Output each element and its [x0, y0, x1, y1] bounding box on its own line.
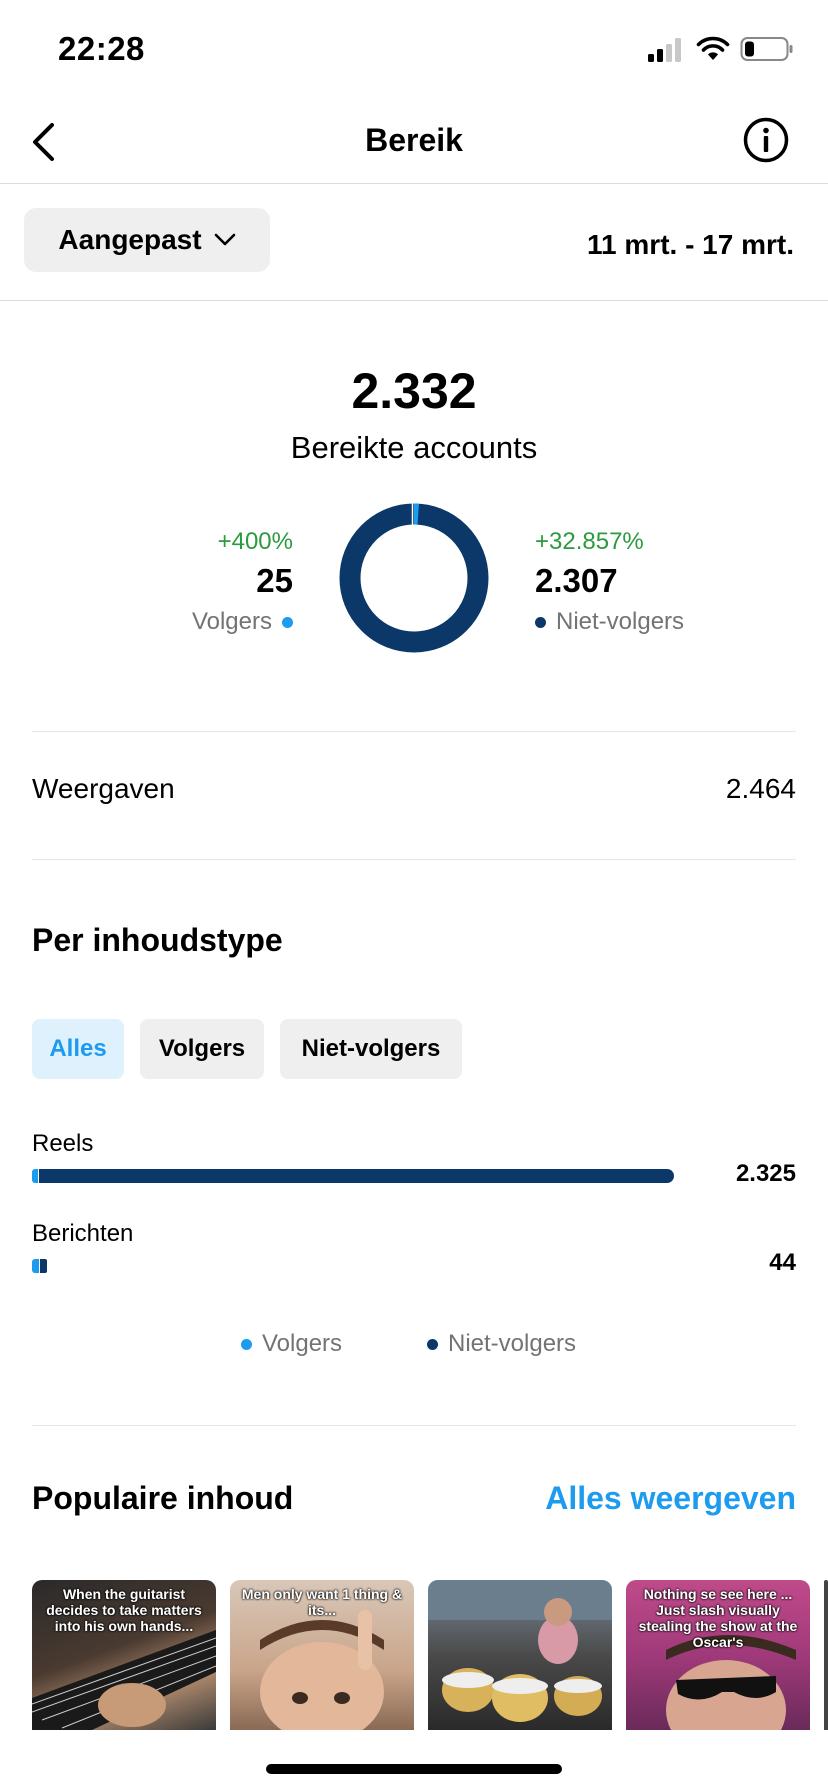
reach-donut-chart	[339, 503, 489, 653]
reels-bar	[32, 1169, 674, 1183]
popular-thumbnail[interactable]: Men only want 1 thing & its...	[230, 1580, 414, 1730]
popular-content-title: Populaire inhoud	[32, 1480, 294, 1516]
chevron-down-icon	[214, 233, 235, 246]
followers-value: 25	[256, 562, 293, 599]
nav-header: Bereik	[0, 100, 828, 184]
views-value: 2.464	[725, 773, 796, 804]
followers-legend: Volgers	[192, 608, 293, 636]
thumbnail-caption: Men only want 1 thing & its...	[241, 1586, 403, 1618]
reels-value: 2.325	[735, 1160, 796, 1187]
thumbnail-caption: When the guitarist decides to take matte…	[46, 1586, 202, 1634]
accounts-reached-label: Bereikte accounts	[290, 430, 538, 465]
followers-stat: +400% 25 Volgers	[192, 528, 293, 636]
legend-followers: Volgers	[241, 1330, 342, 1358]
legend-non-followers-dot-icon	[427, 1338, 438, 1350]
thumbnail-caption: Nothing se see here ... Just slash visua…	[638, 1586, 798, 1650]
legend-followers-label: Volgers	[262, 1330, 343, 1357]
view-all-link[interactable]: Alles weergeven	[545, 1480, 796, 1517]
posts-value: 44	[769, 1249, 796, 1276]
divider	[32, 859, 796, 860]
info-icon[interactable]	[742, 116, 790, 164]
divider	[32, 1425, 796, 1426]
battery-icon	[740, 37, 793, 61]
status-bar: 22:28	[0, 0, 828, 100]
posts-bar-followers	[32, 1259, 39, 1273]
date-range: 11 mrt. - 17 mrt.	[587, 229, 794, 260]
wifi-icon	[696, 36, 730, 60]
content-type-title: Per inhoudstype	[32, 922, 283, 958]
followers-change: +400%	[217, 528, 293, 555]
posts-bar	[32, 1259, 48, 1273]
non-followers-label: Niet-volgers	[556, 608, 685, 635]
accounts-reached-total: 2.332	[351, 363, 477, 419]
non-followers-dot-icon	[535, 616, 546, 628]
posts-label: Berichten	[32, 1220, 134, 1247]
page-title: Bereik	[365, 122, 463, 158]
popular-thumbnail-partial[interactable]	[824, 1580, 828, 1730]
reels-bar-non-followers	[39, 1169, 674, 1183]
chip-non-followers[interactable]: Niet-volgers	[280, 1019, 462, 1079]
legend-followers-dot-icon	[241, 1338, 252, 1350]
non-followers-stat: +32.857% 2.307 Niet-volgers	[535, 528, 684, 636]
divider	[32, 731, 796, 732]
legend-non-followers-label: Niet-volgers	[448, 1330, 577, 1357]
home-indicator	[266, 1764, 562, 1774]
popular-thumbnail[interactable]	[428, 1580, 612, 1730]
non-followers-change: +32.857%	[535, 528, 644, 555]
donut-non-followers-segment	[339, 503, 489, 653]
period-label: Aangepast	[58, 224, 202, 255]
reels-bar-followers	[32, 1169, 38, 1183]
views-label: Weergaven	[32, 773, 175, 804]
status-time: 22:28	[58, 30, 145, 67]
followers-dot-icon	[282, 616, 293, 628]
legend-non-followers: Niet-volgers	[427, 1330, 576, 1358]
non-followers-legend: Niet-volgers	[535, 608, 684, 636]
chip-all[interactable]: Alles	[32, 1019, 124, 1079]
chip-followers[interactable]: Volgers	[140, 1019, 264, 1079]
popular-thumbnail[interactable]: When the guitarist decides to take matte…	[32, 1580, 216, 1730]
followers-label: Volgers	[191, 608, 272, 635]
reels-label: Reels	[32, 1130, 94, 1157]
popular-thumbnail[interactable]: Nothing se see here ... Just slash visua…	[626, 1580, 810, 1730]
posts-bar-non-followers	[40, 1259, 47, 1273]
drum-kit-image	[428, 1580, 612, 1722]
status-icons	[646, 36, 794, 62]
signal-icon	[648, 38, 681, 62]
period-dropdown[interactable]: Aangepast	[24, 208, 270, 272]
non-followers-value: 2.307	[535, 562, 618, 599]
filter-row: Aangepast 11 mrt. - 17 mrt.	[0, 185, 828, 301]
